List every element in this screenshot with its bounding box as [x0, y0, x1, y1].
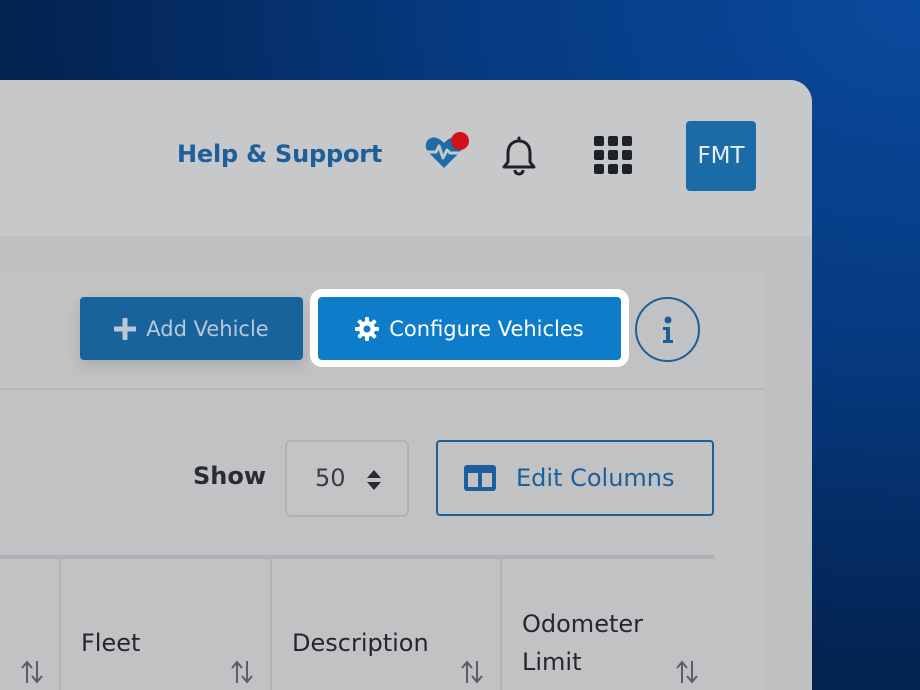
column-header-fleet[interactable]: Fleet — [81, 624, 140, 662]
plus-icon — [114, 317, 137, 340]
column-header-label-line1: Odometer — [522, 610, 643, 638]
configure-vehicles-button[interactable]: Configure Vehicles — [318, 297, 621, 360]
info-icon — [662, 316, 673, 343]
column-header-label-line2: Limit — [522, 648, 582, 676]
apps-grid-icon[interactable] — [594, 136, 632, 174]
table-header-border — [0, 555, 714, 559]
app-window: Help & Support FMT Add Vehicle Configure… — [0, 80, 812, 690]
heart-pulse-icon[interactable] — [424, 132, 472, 172]
help-support-link[interactable]: Help & Support — [177, 140, 382, 168]
sort-icon[interactable] — [459, 659, 485, 685]
bell-icon[interactable] — [500, 136, 538, 176]
configure-vehicles-label: Configure Vehicles — [389, 316, 584, 341]
toolbar-divider — [0, 388, 765, 390]
user-avatar[interactable]: FMT — [686, 121, 756, 191]
sort-icon[interactable] — [674, 659, 700, 685]
edit-columns-label: Edit Columns — [516, 464, 675, 492]
info-button[interactable] — [635, 297, 700, 362]
column-separator — [59, 559, 61, 690]
column-separator — [500, 559, 502, 690]
column-header-label: Fleet — [81, 629, 141, 657]
top-navigation-bar: Help & Support FMT — [0, 80, 812, 236]
sort-caret-icon — [367, 470, 381, 490]
column-header-label: Description — [292, 629, 429, 657]
sort-icon[interactable] — [19, 659, 45, 685]
edit-columns-button[interactable]: Edit Columns — [436, 440, 714, 516]
column-header-odometer-limit[interactable]: Odometer Limit — [522, 605, 643, 681]
vehicles-panel: Add Vehicle Configure Vehicles Show 50 E… — [0, 270, 765, 690]
add-vehicle-button[interactable]: Add Vehicle — [80, 297, 303, 360]
sort-icon[interactable] — [229, 659, 255, 685]
page-size-select[interactable]: 50 — [285, 440, 409, 517]
gear-icon — [355, 316, 380, 341]
show-label: Show — [193, 462, 267, 490]
column-header-description[interactable]: Description — [292, 624, 429, 662]
columns-icon — [464, 465, 496, 491]
add-vehicle-label: Add Vehicle — [146, 316, 269, 341]
notification-dot — [451, 132, 469, 150]
column-separator — [270, 559, 272, 690]
page-size-value: 50 — [315, 464, 346, 492]
